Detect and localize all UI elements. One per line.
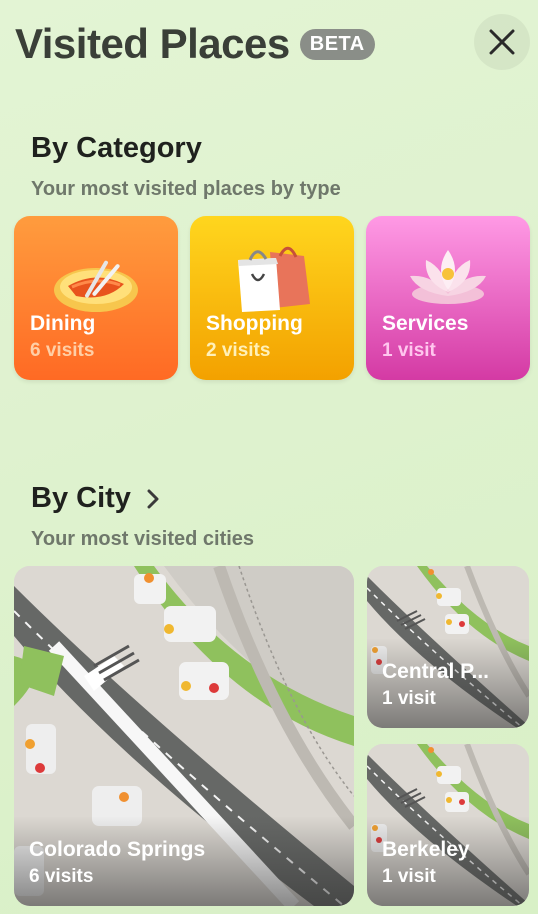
by-city-subtitle: Your most visited cities: [31, 528, 255, 550]
category-name: Services: [382, 312, 469, 335]
category-visits: 2 visits: [206, 340, 271, 361]
chevron-right-icon: [147, 489, 159, 508]
close-button[interactable]: [474, 14, 530, 70]
category-card-dining[interactable]: Dining 6 visits: [14, 216, 178, 380]
city-name: Berkeley: [382, 838, 470, 861]
category-visits: 1 visit: [382, 340, 436, 361]
lotus-flower-icon: [410, 250, 486, 304]
city-card-colorado-springs[interactable]: Colorado Springs 6 visits: [14, 566, 354, 906]
beta-badge: BETA: [299, 28, 375, 60]
city-visits: 6 visits: [29, 866, 94, 887]
city-card-central-park[interactable]: Central P... 1 visit: [367, 566, 529, 728]
close-icon: [489, 29, 515, 55]
category-card-shopping[interactable]: Shopping 2 visits: [190, 216, 354, 380]
category-visits: 6 visits: [30, 340, 95, 361]
city-card-berkeley[interactable]: Berkeley 1 visit: [367, 744, 529, 906]
dining-plate-icon: [54, 260, 138, 312]
category-name: Shopping: [206, 312, 303, 335]
category-card-services[interactable]: Services 1 visit: [366, 216, 530, 380]
city-name: Colorado Springs: [29, 838, 206, 861]
shopping-bags-icon: [238, 246, 310, 312]
page-header: Visited Places BETA: [15, 18, 375, 70]
page-title: Visited Places: [15, 20, 290, 67]
category-name: Dining: [30, 312, 96, 335]
by-city-title[interactable]: By City: [31, 482, 163, 515]
by-category-subtitle: Your most visited places by type: [31, 178, 341, 200]
by-city-title-label: By City: [31, 482, 131, 514]
by-category-title: By Category: [31, 132, 202, 164]
city-visits: 1 visit: [382, 866, 436, 887]
city-visits: 1 visit: [382, 688, 436, 709]
city-name: Central P...: [382, 660, 489, 683]
